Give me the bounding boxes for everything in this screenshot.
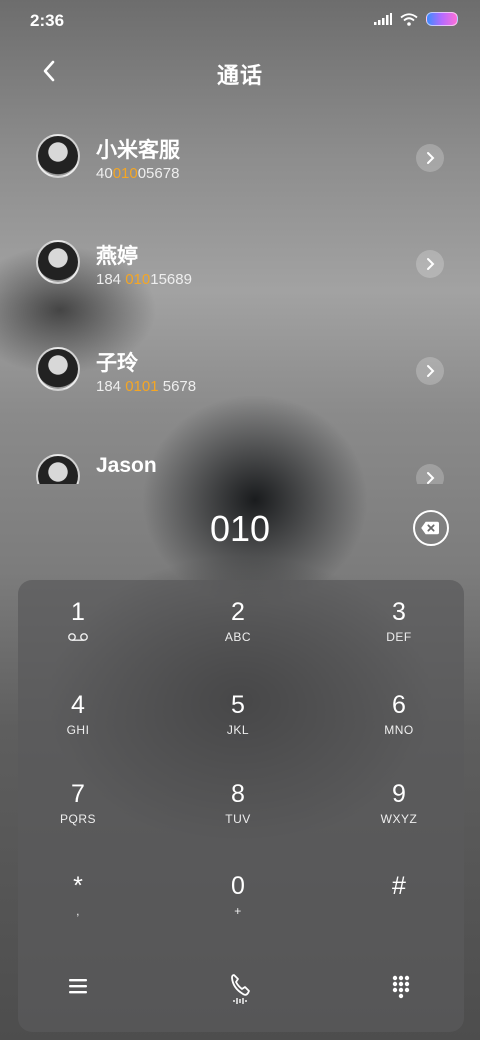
key-letters: TUV <box>225 812 251 826</box>
voicemail-icon <box>68 633 88 641</box>
key-letters: ABC <box>224 630 252 644</box>
key-5[interactable]: 5 JKL <box>178 691 298 771</box>
dial-pad: 1 2 ABC 3 DEF 4 GHI 5 JKL 6 MNO 7 PQRS 8… <box>18 580 464 1032</box>
key-letters: MNO <box>384 723 414 737</box>
chevron-right-icon[interactable] <box>416 357 444 385</box>
key-6[interactable]: 6 MNO <box>339 691 459 771</box>
list-item[interactable]: 子玲 184 0101 5678 <box>0 317 480 423</box>
contact-number: 184 0101 5678 <box>96 378 197 395</box>
backspace-icon[interactable] <box>413 510 449 546</box>
number-match: 010 <box>125 271 151 288</box>
list-item[interactable]: 小米客服 4001005678 <box>0 104 480 210</box>
phone-call-icon[interactable] <box>221 966 261 1006</box>
chevron-right-icon[interactable] <box>416 464 444 484</box>
dialed-number: 010 <box>209 508 271 549</box>
key-digit: 5 <box>231 691 245 719</box>
key-digit: # <box>392 872 406 900</box>
key-digit: 1 <box>71 598 85 626</box>
key-digit: 0 <box>231 872 245 900</box>
key-digit: 3 <box>392 598 406 626</box>
key-digit: 7 <box>71 780 85 808</box>
status-bar: 2:36 <box>0 0 480 40</box>
key-letters: JKL <box>226 723 250 737</box>
key-letters: GHI <box>66 723 90 737</box>
key-9[interactable]: 9 WXYZ <box>339 780 459 860</box>
avatar <box>36 454 80 484</box>
key-digit: 8 <box>231 780 245 808</box>
key-digit: 2 <box>231 598 245 626</box>
chevron-right-icon[interactable] <box>416 250 444 278</box>
avatar <box>36 134 80 178</box>
contact-name: 燕婷 <box>96 245 138 268</box>
status-time: 2:36 <box>30 11 65 30</box>
key-2[interactable]: 2 ABC <box>178 598 298 678</box>
contact-name: 子玲 <box>96 352 138 375</box>
contact-number: 184 01015689 <box>96 271 192 288</box>
contact-number: 4001005678 <box>96 165 180 182</box>
key-1[interactable]: 1 <box>18 598 138 678</box>
contact-list: 小米客服 4001005678 燕婷 184 01015689 子玲 184 0… <box>0 104 480 484</box>
battery-icon <box>426 12 458 26</box>
key-digit: 9 <box>392 780 406 808</box>
key-letters: WXYZ <box>380 812 418 826</box>
key-digit: * <box>73 872 83 900</box>
key-letters: PQRS <box>59 812 96 826</box>
key-hash[interactable]: # <box>339 872 459 952</box>
contact-name: 小米客服 <box>96 139 180 162</box>
key-digit: 6 <box>392 691 406 719</box>
status-icons <box>374 12 458 26</box>
avatar <box>36 347 80 391</box>
avatar <box>36 240 80 284</box>
key-star[interactable]: * , <box>18 872 138 952</box>
number-match: 010 <box>112 165 138 182</box>
chevron-right-icon[interactable] <box>416 144 444 172</box>
number-match: 0101 <box>125 378 159 395</box>
dial-display: 010 <box>0 500 480 560</box>
list-item[interactable]: Jason <box>0 424 480 484</box>
key-3[interactable]: 3 DEF <box>339 598 459 678</box>
list-item[interactable]: 燕婷 184 01015689 <box>0 210 480 316</box>
page-title: 通话 <box>216 63 263 88</box>
key-0[interactable]: 0 + <box>178 872 298 952</box>
key-letters: DEF <box>386 630 412 644</box>
header: 通话 <box>0 40 480 104</box>
key-4[interactable]: 4 GHI <box>18 691 138 771</box>
signal-icon <box>374 13 392 25</box>
contact-name: Jason <box>96 454 157 477</box>
keypad-icon[interactable] <box>381 966 421 1006</box>
key-7[interactable]: 7 PQRS <box>18 780 138 860</box>
key-8[interactable]: 8 TUV <box>178 780 298 860</box>
key-letters: , <box>76 904 80 918</box>
key-digit: 4 <box>71 691 85 719</box>
menu-icon[interactable] <box>58 966 98 1006</box>
key-letters: + <box>234 904 242 918</box>
wifi-icon <box>400 12 418 26</box>
